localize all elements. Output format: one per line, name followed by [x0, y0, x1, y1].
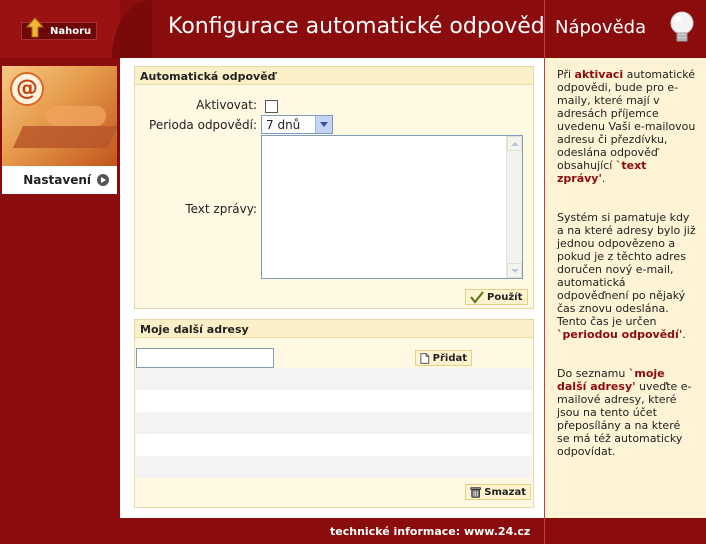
help-text: .	[682, 328, 686, 341]
help-text: Do seznamu	[557, 367, 629, 380]
footer-divider	[544, 518, 545, 544]
scroll-up-icon[interactable]	[507, 136, 522, 151]
list-item[interactable]	[136, 434, 532, 456]
footer-text: technické informace: www.24.cz	[330, 525, 531, 538]
new-document-icon	[420, 352, 430, 364]
sidebar-item-settings[interactable]: Nastavení	[2, 166, 117, 194]
up-button[interactable]: Nahoru	[21, 17, 97, 40]
textarea-scrollbar[interactable]	[506, 136, 522, 278]
trash-icon	[470, 486, 481, 498]
email-illustration: @	[2, 66, 117, 166]
list-item[interactable]	[136, 456, 532, 478]
auto-reply-heading: Automatická odpověď	[135, 67, 533, 85]
help-text: Systém si pamatuje kdy a na které adresy…	[557, 211, 696, 328]
list-item[interactable]	[136, 368, 532, 390]
add-button[interactable]: Přidat	[415, 350, 472, 366]
delete-button[interactable]: Smazat	[465, 484, 531, 500]
delete-button-label: Smazat	[484, 486, 526, 498]
address-input[interactable]	[136, 348, 274, 368]
at-sign-icon: @	[10, 72, 44, 106]
help-paragraph-1: Při aktivaci automatické odpovědi, bude …	[557, 68, 696, 185]
scroll-down-icon[interactable]	[507, 263, 522, 278]
help-title: Nápověda	[555, 17, 647, 38]
up-arrow-icon	[26, 17, 44, 38]
lightbulb-icon	[670, 11, 694, 42]
help-text: Při	[557, 68, 575, 81]
period-label: Perioda odpovědí:	[149, 118, 257, 132]
checkmark-icon	[470, 290, 484, 304]
other-addresses-panel: Moje další adresy Přidat Smazat	[134, 319, 534, 508]
period-value: 7 dnů	[266, 118, 301, 132]
page-title: Konfigurace automatické odpovědi	[168, 14, 551, 39]
top-bar: Nahoru Konfigurace automatické odpovědi …	[0, 0, 706, 58]
other-addresses-heading: Moje další adresy	[135, 320, 533, 338]
apply-button[interactable]: Použít	[465, 289, 528, 305]
list-item[interactable]	[136, 390, 532, 412]
footer: technické informace: www.24.cz	[0, 518, 706, 544]
activate-checkbox[interactable]	[265, 100, 278, 113]
address-list	[136, 368, 532, 478]
message-text-label: Text zprávy:	[185, 202, 257, 216]
up-button-label: Nahoru	[50, 25, 92, 37]
keyboard-graphic	[12, 126, 117, 148]
add-button-label: Přidat	[432, 352, 467, 364]
activate-label: Aktivovat:	[196, 98, 257, 112]
left-sidebar: @ Nastavení	[0, 58, 120, 518]
hands-graphic	[46, 106, 106, 126]
auto-reply-panel: Automatická odpověď Aktivovat: Perioda o…	[134, 66, 534, 309]
help-text: .	[601, 172, 606, 185]
period-select[interactable]: 7 dnů	[261, 115, 333, 134]
sidebar-item-label: Nastavení	[23, 173, 91, 187]
main-content: Automatická odpověď Aktivovat: Perioda o…	[120, 58, 544, 518]
chevron-down-icon[interactable]	[315, 116, 332, 133]
message-textarea[interactable]	[261, 135, 523, 279]
help-header: Nápověda	[544, 0, 706, 58]
apply-button-label: Použít	[487, 291, 523, 303]
arrow-right-icon	[97, 174, 109, 186]
help-highlight: `periodou odpovědí'	[557, 328, 683, 341]
help-panel: Při aktivaci automatické odpovědi, bude …	[544, 58, 706, 518]
help-paragraph-3: Do seznamu `moje další adresy' uveďte e-…	[557, 367, 696, 458]
help-paragraph-2: Systém si pamatuje kdy a na které adresy…	[557, 211, 696, 341]
list-item[interactable]	[136, 412, 532, 434]
help-highlight: aktivaci	[574, 68, 624, 81]
help-text: automatické odpovědi, bude pro e-maily, …	[557, 68, 696, 172]
